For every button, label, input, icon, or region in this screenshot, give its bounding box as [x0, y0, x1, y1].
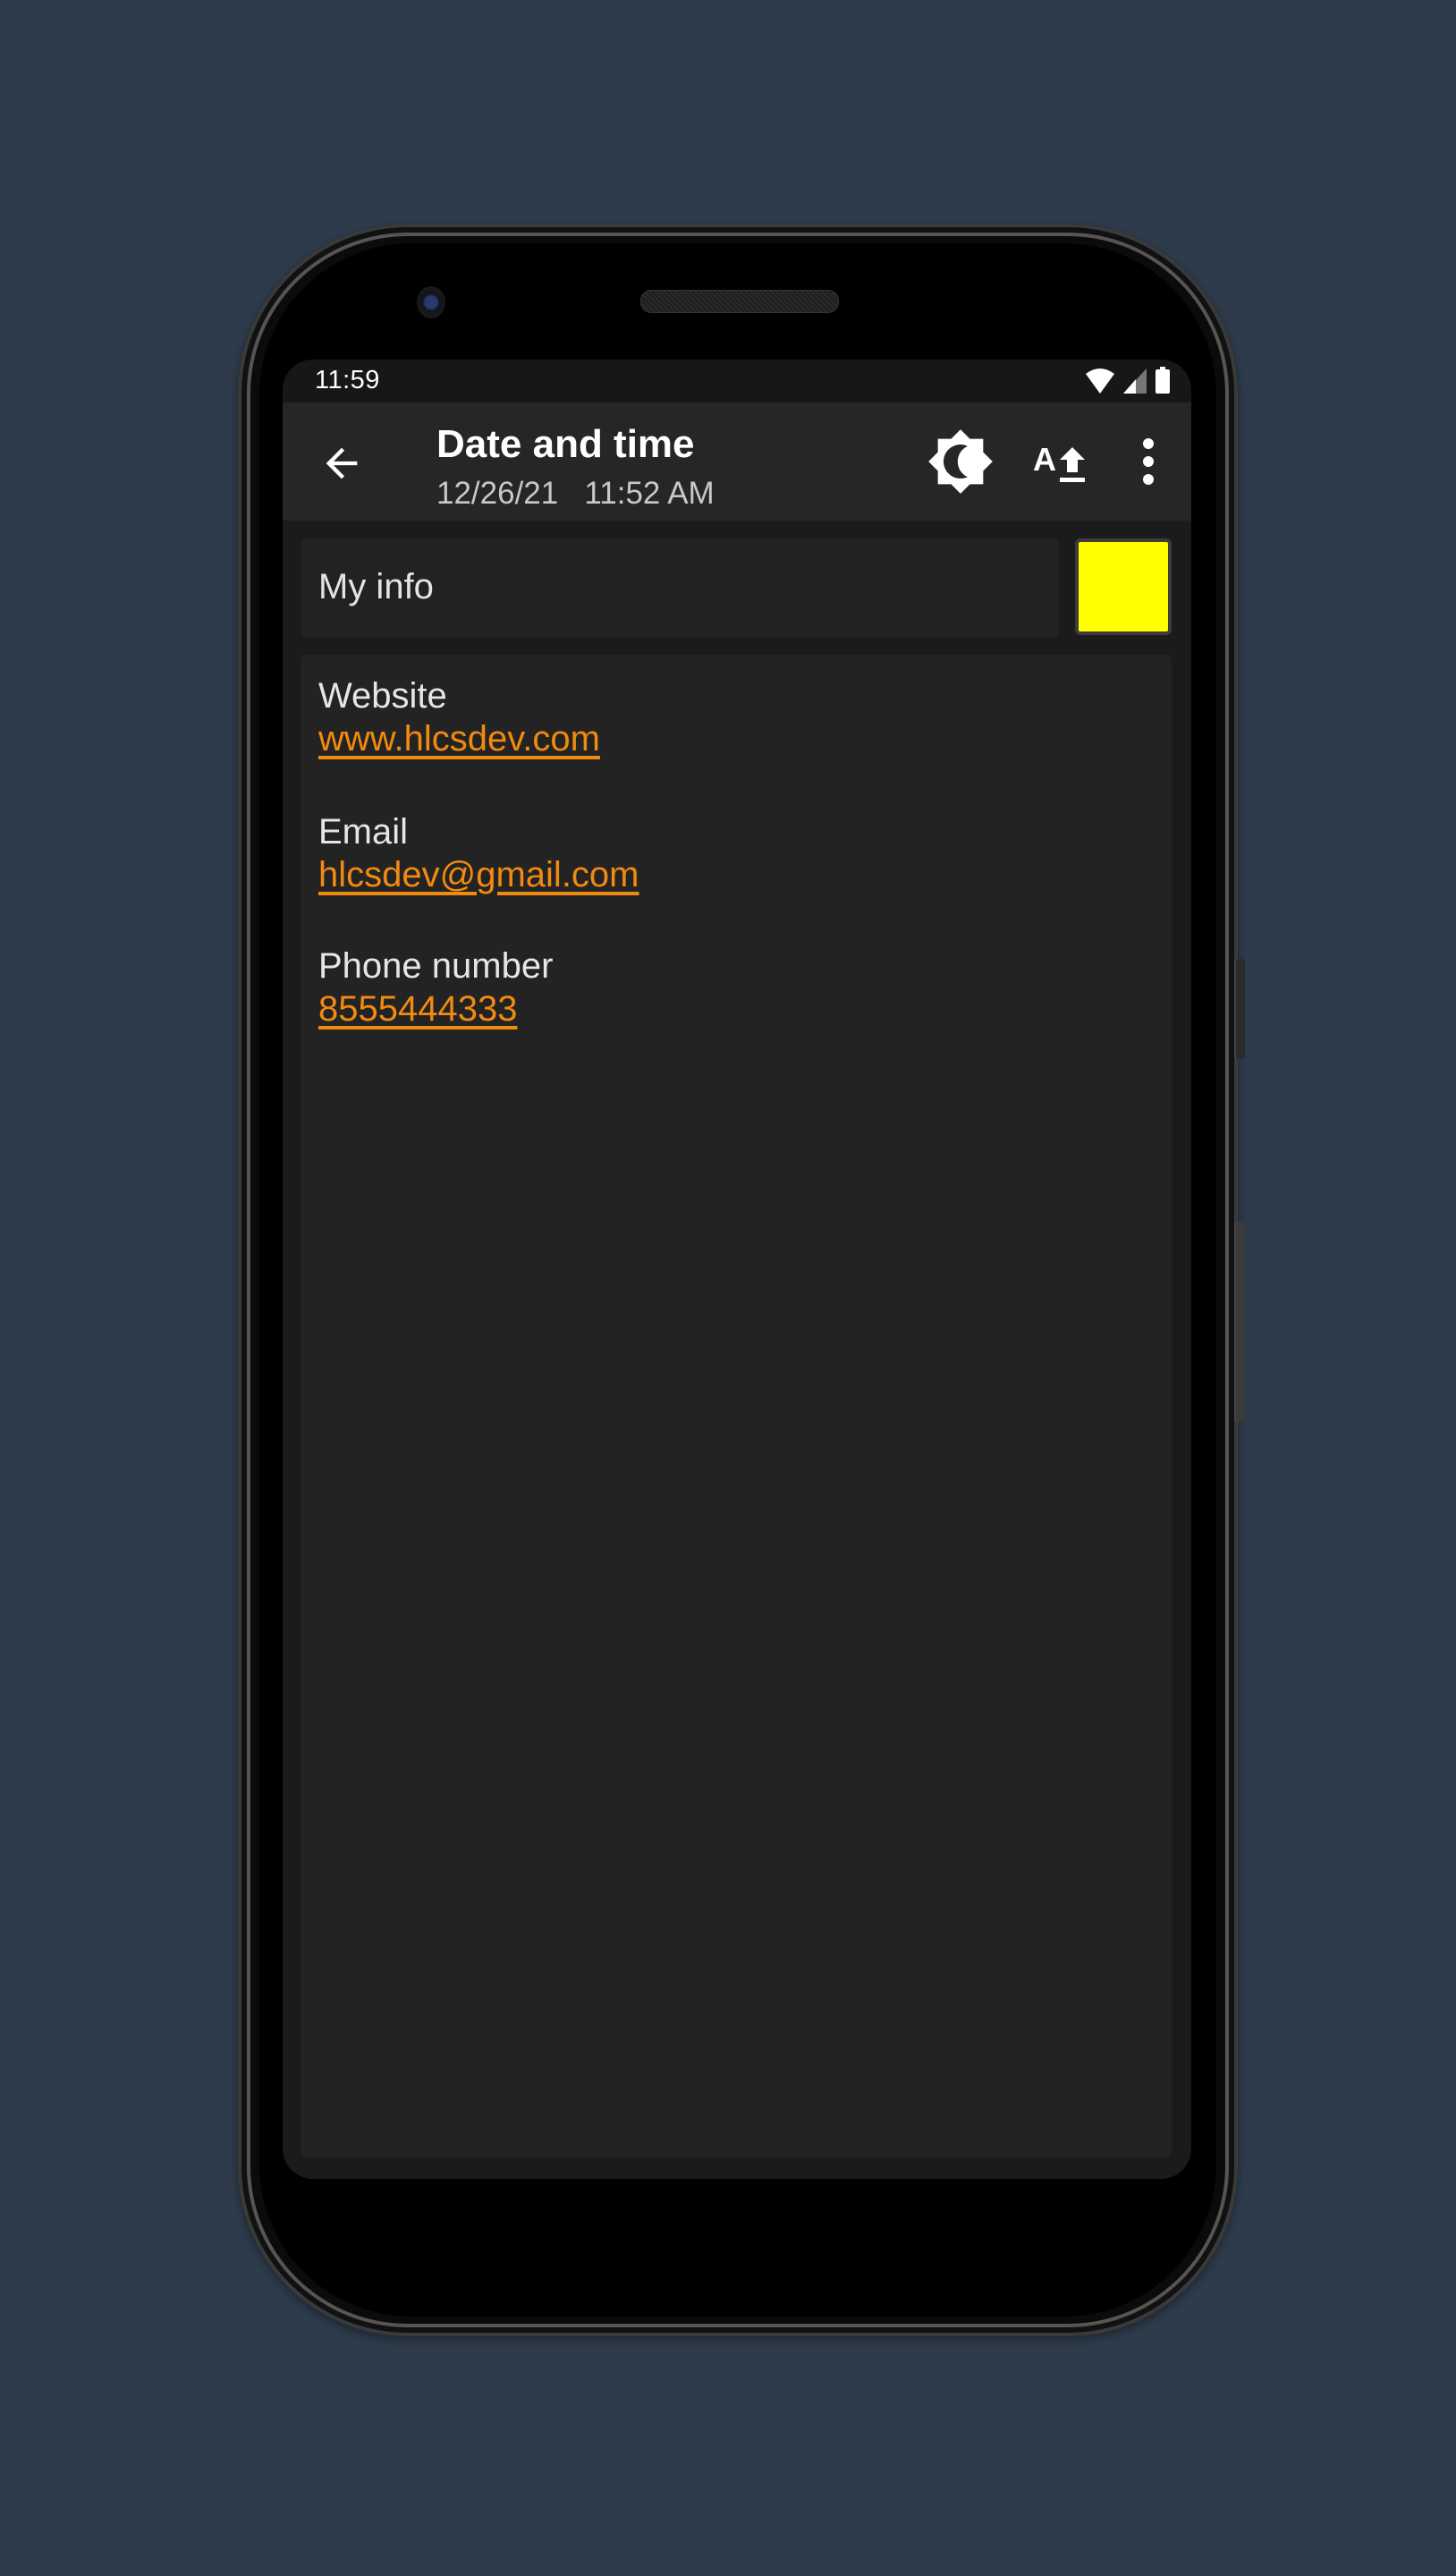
- color-swatch-button[interactable]: [1075, 538, 1172, 635]
- battery-icon: [1155, 367, 1170, 394]
- front-camera: [417, 286, 445, 318]
- app-bar: Date and time 12/26/21 11:52 AM A: [283, 402, 1191, 521]
- my-info-header[interactable]: My info: [301, 538, 1059, 637]
- cellular-signal-icon: [1123, 369, 1147, 394]
- status-bar: 11:59: [283, 360, 1191, 402]
- email-field: Email hlcsdev@gmail.com: [318, 810, 639, 896]
- brightness-contrast-icon: [928, 429, 993, 494]
- email-link[interactable]: hlcsdev@gmail.com: [318, 853, 639, 896]
- website-label: Website: [318, 676, 447, 716]
- content-area: My info Website www.hlcsdev.com Email hl…: [283, 521, 1191, 2179]
- page-title: Date and time: [436, 422, 695, 466]
- screen: 11:59 Date and time 12/26/21 11:52 AM A: [283, 360, 1191, 2179]
- website-link[interactable]: www.hlcsdev.com: [318, 717, 600, 760]
- theme-toggle-button[interactable]: [927, 428, 995, 496]
- website-field: Website www.hlcsdev.com: [318, 674, 600, 760]
- my-info-label: My info: [318, 567, 434, 606]
- arrow-back-icon: [326, 447, 358, 479]
- page-subtitle-datetime: 12/26/21 11:52 AM: [436, 476, 715, 511]
- wifi-icon: [1086, 369, 1114, 394]
- more-options-button[interactable]: [1114, 428, 1182, 496]
- power-button: [1234, 1222, 1245, 1422]
- font-size-button[interactable]: A: [1030, 428, 1098, 496]
- info-card: Website www.hlcsdev.com Email hlcsdev@gm…: [301, 655, 1172, 2157]
- status-time: 11:59: [315, 366, 380, 394]
- more-vert-icon: [1143, 438, 1154, 485]
- back-button[interactable]: [318, 440, 365, 487]
- email-label: Email: [318, 812, 409, 852]
- status-icons: [1086, 367, 1170, 394]
- volume-button: [1234, 959, 1245, 1059]
- phone-label: Phone number: [318, 946, 554, 986]
- text-increase-icon: A: [1033, 441, 1085, 482]
- earpiece-speaker: [640, 290, 839, 313]
- svg-text:A: A: [1033, 441, 1056, 478]
- phone-link[interactable]: 8555444333: [318, 987, 553, 1030]
- phone-field: Phone number 8555444333: [318, 945, 553, 1030]
